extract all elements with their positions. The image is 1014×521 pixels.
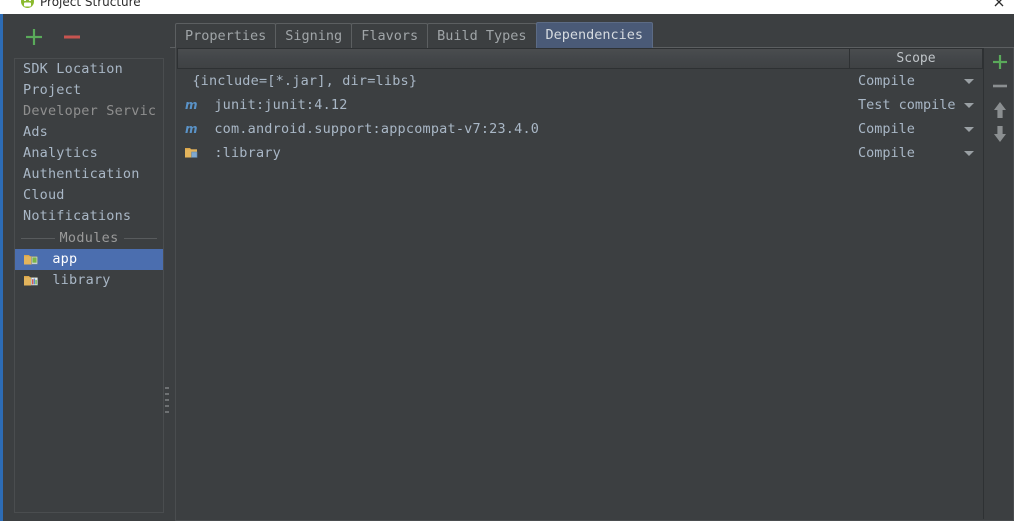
- dependencies-pane: Scope {include=[*.jar], dir=libs} Compil…: [175, 48, 1014, 521]
- module-icon: [184, 145, 201, 160]
- tab-strip: Properties Signing Flavors Build Types D…: [175, 22, 654, 48]
- modules-separator: Modules: [15, 227, 163, 249]
- separator-line-left: [21, 237, 55, 239]
- tab-flavors[interactable]: Flavors: [351, 23, 429, 48]
- sidebar-item-project[interactable]: Project: [15, 80, 163, 101]
- sidebar-item-library[interactable]: library: [15, 270, 163, 291]
- sidebar-item-ads[interactable]: Ads: [15, 122, 163, 143]
- chevron-down-icon: [964, 103, 974, 108]
- add-dependency-button[interactable]: [985, 50, 1014, 74]
- column-header-scope[interactable]: Scope: [850, 48, 983, 69]
- sidebar-item-label: Notifications: [23, 208, 132, 224]
- sidebar-item-label: SDK Location: [23, 61, 123, 77]
- remove-module-button[interactable]: [59, 24, 85, 50]
- column-header-name[interactable]: [177, 48, 850, 69]
- svg-text:m: m: [185, 122, 198, 136]
- sidebar-list[interactable]: SDK Location Project Developer Servic Ad…: [14, 58, 164, 513]
- scope-value: Test compile: [858, 97, 956, 113]
- dependencies-table: Scope {include=[*.jar], dir=libs} Compil…: [177, 48, 983, 519]
- table-header-row: Scope: [177, 48, 983, 69]
- library-module-icon: [23, 273, 40, 287]
- dependencies-toolbar: [985, 48, 1014, 519]
- dependency-name-label: :library: [214, 145, 281, 161]
- scope-value: Compile: [858, 121, 915, 137]
- tab-dependencies[interactable]: Dependencies: [535, 22, 654, 48]
- svg-text:m: m: [185, 98, 198, 112]
- dependency-name-cell[interactable]: m com.android.support:appcompat-v7:23.4.…: [177, 117, 850, 141]
- sidebar-item-label: Authentication: [23, 166, 140, 182]
- tab-label: Properties: [185, 28, 267, 44]
- dialog-body: SDK Location Project Developer Servic Ad…: [0, 14, 1014, 521]
- separator-label: Modules: [59, 230, 119, 246]
- move-up-button[interactable]: [985, 98, 1014, 122]
- chevron-down-icon: [964, 127, 974, 132]
- dependency-name-label: junit:junit:4.12: [214, 97, 348, 113]
- maven-icon: m: [184, 97, 201, 112]
- window-title: Project Structure: [40, 0, 141, 9]
- move-down-button[interactable]: [985, 122, 1014, 146]
- sidebar-item-analytics[interactable]: Analytics: [15, 143, 163, 164]
- chevron-down-icon: [964, 151, 974, 156]
- dependency-name-label: com.android.support:appcompat-v7:23.4.0: [214, 121, 540, 137]
- tab-label: Signing: [285, 28, 343, 44]
- dependency-name-label: {include=[*.jar], dir=libs}: [192, 73, 418, 89]
- sidebar-item-label: Developer Servic: [23, 103, 157, 119]
- remove-dependency-button[interactable]: [985, 74, 1014, 98]
- scope-dropdown[interactable]: Compile: [850, 141, 983, 165]
- table-row[interactable]: m junit:junit:4.12 Test compile: [177, 93, 983, 117]
- scope-dropdown[interactable]: Compile: [850, 69, 983, 93]
- sidebar-panel: SDK Location Project Developer Servic Ad…: [3, 14, 165, 521]
- add-module-button[interactable]: [21, 24, 47, 50]
- sidebar-item-app[interactable]: app: [15, 249, 163, 270]
- table-row[interactable]: {include=[*.jar], dir=libs} Compile: [177, 69, 983, 93]
- dependency-name-cell[interactable]: m junit:junit:4.12: [177, 93, 850, 117]
- main-panel: Properties Signing Flavors Build Types D…: [170, 14, 1014, 521]
- sidebar-item-label: library: [52, 272, 111, 288]
- table-row[interactable]: m com.android.support:appcompat-v7:23.4.…: [177, 117, 983, 141]
- table-toolbar-divider: [983, 48, 984, 519]
- dependency-name-cell[interactable]: {include=[*.jar], dir=libs}: [177, 69, 850, 93]
- sidebar-item-label: Cloud: [23, 187, 65, 203]
- tab-properties[interactable]: Properties: [175, 23, 277, 48]
- maven-icon: m: [184, 121, 201, 136]
- separator-line-right: [123, 237, 157, 239]
- android-module-icon: [23, 252, 40, 266]
- scope-value: Compile: [858, 145, 915, 161]
- chevron-down-icon: [964, 79, 974, 84]
- scope-dropdown[interactable]: Compile: [850, 117, 983, 141]
- sidebar-item-cloud[interactable]: Cloud: [15, 185, 163, 206]
- scope-dropdown[interactable]: Test compile: [850, 93, 983, 117]
- tab-label: Dependencies: [545, 27, 644, 43]
- table-row[interactable]: :library Compile: [177, 141, 983, 165]
- sidebar-item-label: Project: [23, 82, 82, 98]
- sidebar-item-developer-services[interactable]: Developer Servic: [15, 101, 163, 122]
- tab-label: Flavors: [361, 28, 419, 44]
- tab-label: Build Types: [437, 28, 527, 44]
- android-studio-icon: [20, 0, 35, 9]
- sidebar-item-sdk-location[interactable]: SDK Location: [15, 59, 163, 80]
- sidebar-toolbar: [17, 24, 97, 52]
- sidebar-item-notifications[interactable]: Notifications: [15, 206, 163, 227]
- tab-signing[interactable]: Signing: [275, 23, 353, 48]
- scope-value: Compile: [858, 73, 915, 89]
- splitter-grip-icon: [165, 387, 169, 419]
- sidebar-item-authentication[interactable]: Authentication: [15, 164, 163, 185]
- sidebar-item-label: app: [52, 251, 78, 267]
- dependency-name-cell[interactable]: :library: [177, 141, 850, 165]
- sidebar-item-label: Ads: [23, 124, 48, 140]
- close-icon[interactable]: [992, 0, 1006, 9]
- sidebar-item-label: Analytics: [23, 145, 98, 161]
- tab-build-types[interactable]: Build Types: [427, 23, 537, 48]
- window-title-bar: Project Structure: [0, 0, 1014, 14]
